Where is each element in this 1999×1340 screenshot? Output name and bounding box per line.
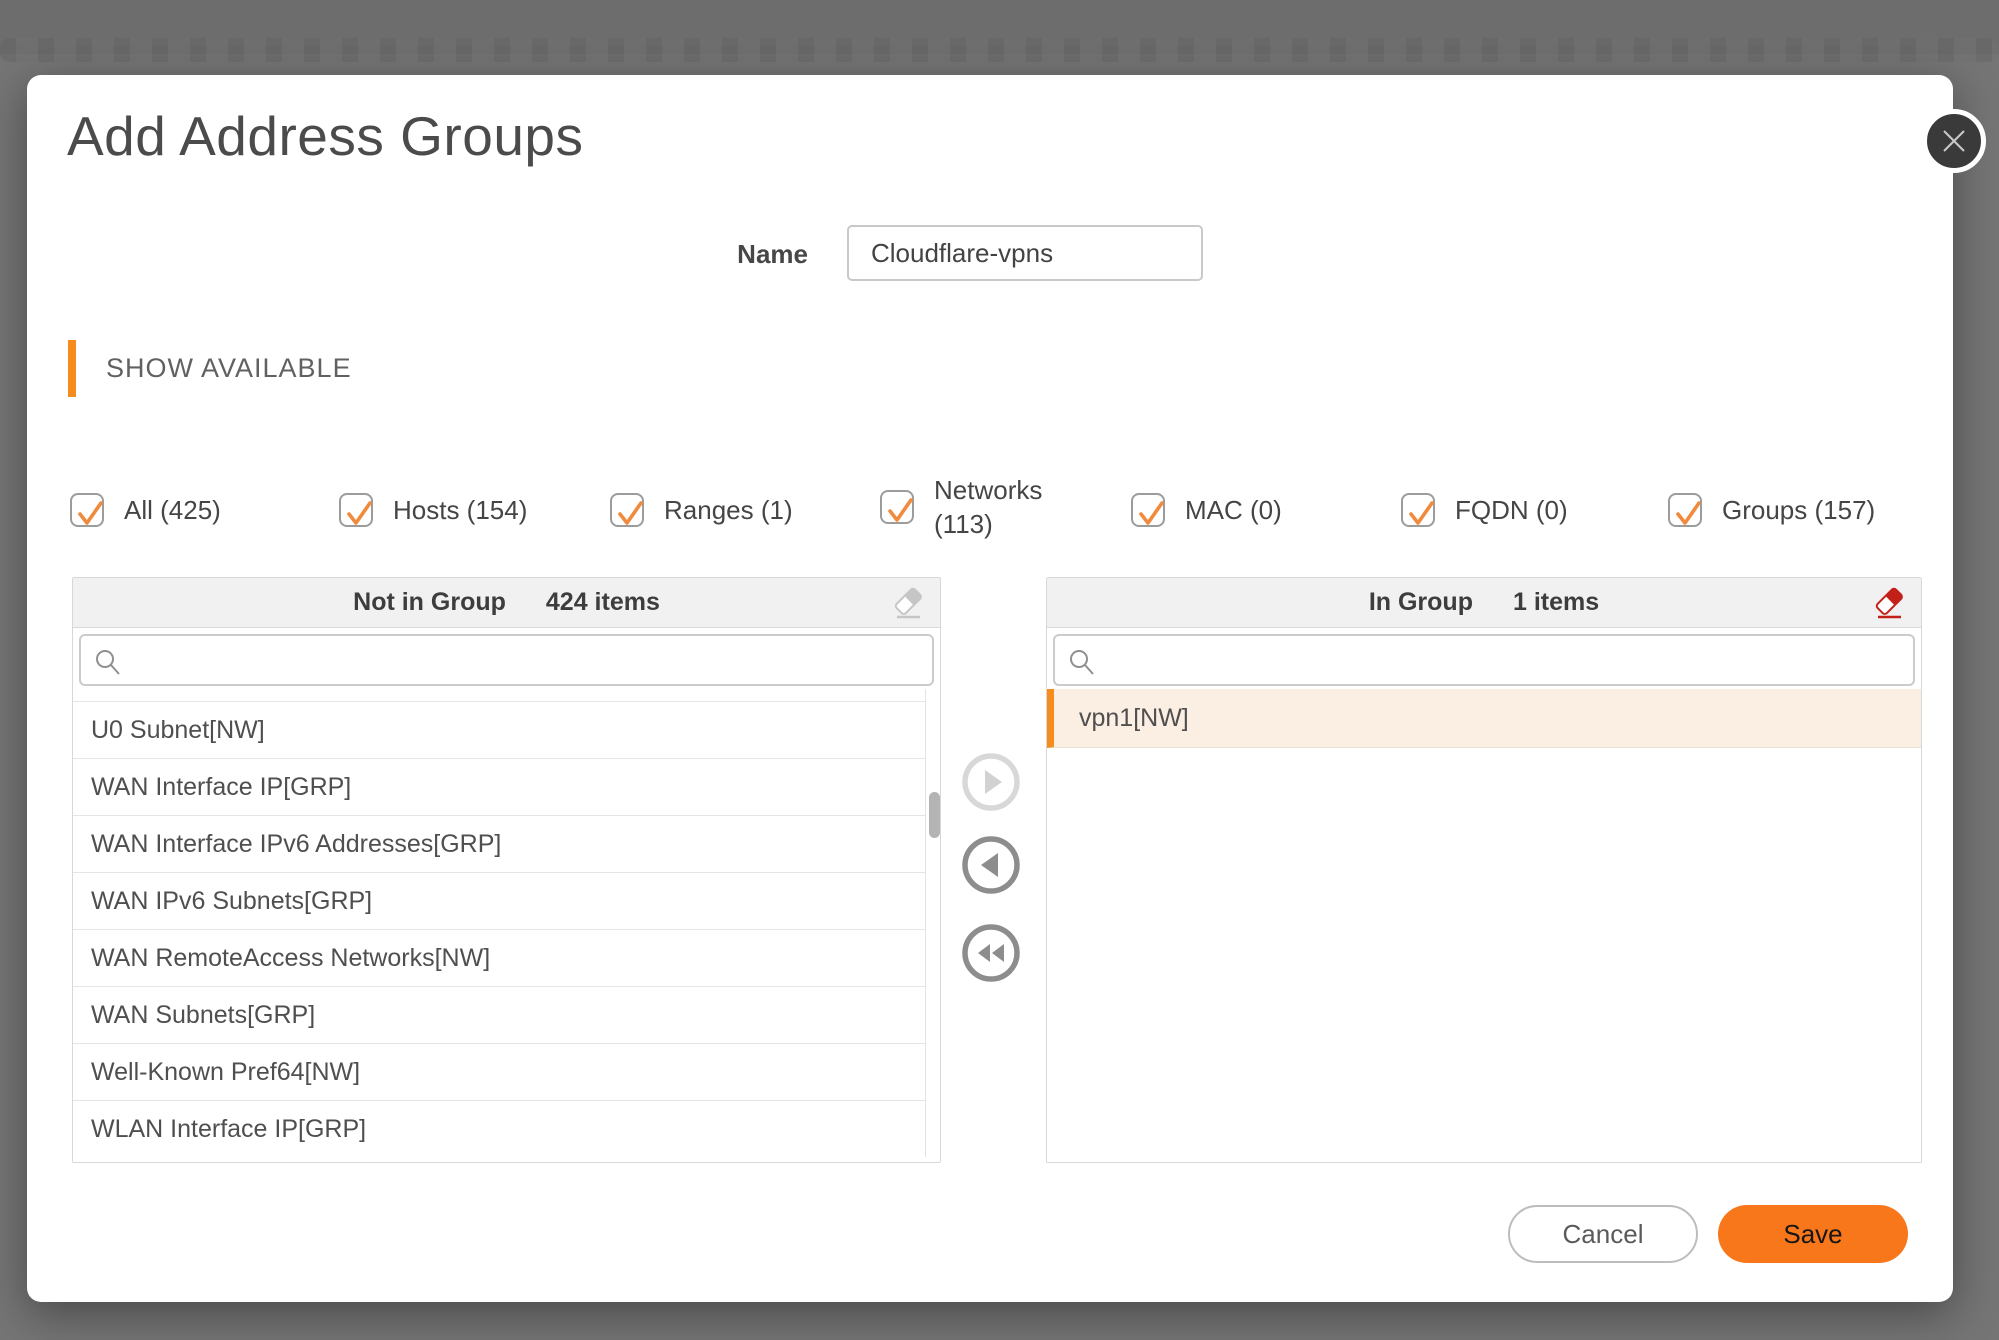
filter-checkbox-item[interactable]: Networks (113) bbox=[880, 473, 1042, 541]
list-item[interactable]: WLAN Interface IP[GRP] bbox=[73, 1100, 925, 1157]
filter-checkbox-item[interactable]: Ranges (1) bbox=[610, 493, 793, 527]
remove-from-group-button[interactable] bbox=[962, 836, 1020, 894]
dimmed-background-pattern bbox=[0, 38, 1999, 62]
remove-all-from-group-button[interactable] bbox=[962, 924, 1020, 982]
filter-checkbox-item[interactable]: Groups (157) bbox=[1668, 493, 1875, 527]
checkbox-checked-icon[interactable] bbox=[339, 493, 373, 527]
checkbox-checked-icon[interactable] bbox=[880, 490, 914, 524]
filter-checkbox-item[interactable]: MAC (0) bbox=[1131, 493, 1282, 527]
search-icon bbox=[93, 647, 123, 677]
not-in-group-search-input[interactable] bbox=[129, 636, 926, 684]
list-scroll-divider bbox=[925, 689, 926, 1157]
filter-label: Networks (113) bbox=[934, 473, 1042, 541]
move-to-group-button[interactable] bbox=[962, 753, 1020, 811]
not-in-group-list: U0 Subnet[NW] WAN Interface IP[GRP] WAN … bbox=[73, 689, 925, 1157]
section-title: SHOW AVAILABLE bbox=[106, 353, 352, 384]
list-row-partial[interactable] bbox=[73, 689, 925, 701]
list-item[interactable]: Well-Known Pref64[NW] bbox=[73, 1043, 925, 1100]
selected-list-item[interactable]: vpn1[NW] bbox=[1047, 689, 1921, 748]
checkbox-checked-icon[interactable] bbox=[1668, 493, 1702, 527]
list-item[interactable]: WAN Interface IPv6 Addresses[GRP] bbox=[73, 815, 925, 872]
save-button[interactable]: Save bbox=[1718, 1205, 1908, 1263]
close-icon bbox=[1939, 126, 1969, 156]
in-group-list: vpn1[NW] bbox=[1047, 689, 1921, 748]
checkbox-checked-icon[interactable] bbox=[1131, 493, 1165, 527]
checkbox-checked-icon[interactable] bbox=[70, 493, 104, 527]
list-item[interactable]: WAN Subnets[GRP] bbox=[73, 986, 925, 1043]
in-group-search bbox=[1053, 634, 1915, 686]
in-group-search-input[interactable] bbox=[1103, 636, 1907, 684]
move-all-left-icon bbox=[965, 927, 1017, 979]
list-item[interactable]: WAN Interface IP[GRP] bbox=[73, 758, 925, 815]
not-in-group-count: 424 items bbox=[546, 588, 660, 617]
section-accent-bar bbox=[68, 340, 76, 397]
close-button[interactable] bbox=[1922, 109, 1986, 173]
name-label: Name bbox=[620, 239, 808, 270]
filter-checkbox-item[interactable]: Hosts (154) bbox=[339, 493, 527, 527]
filter-checkbox-item[interactable]: All (425) bbox=[70, 493, 221, 527]
not-in-group-search bbox=[79, 634, 934, 686]
filter-label: Ranges (1) bbox=[664, 493, 793, 527]
in-group-panel: In Group 1 items vpn1[NW] bbox=[1046, 577, 1922, 1163]
in-group-header: In Group 1 items bbox=[1047, 578, 1921, 628]
name-input[interactable] bbox=[847, 225, 1203, 281]
not-in-group-panel: Not in Group 424 items U0 Subnet[NW] WAN… bbox=[72, 577, 941, 1163]
filter-label: Groups (157) bbox=[1722, 493, 1875, 527]
not-in-group-title: Not in Group bbox=[353, 588, 506, 617]
clear-list-eraser-icon[interactable] bbox=[1871, 586, 1907, 622]
list-item[interactable]: WAN IPv6 Subnets[GRP] bbox=[73, 872, 925, 929]
filter-label: Hosts (154) bbox=[393, 493, 527, 527]
dialog-title: Add Address Groups bbox=[67, 104, 584, 168]
search-icon bbox=[1067, 647, 1097, 677]
list-item[interactable]: U0 Subnet[NW] bbox=[73, 701, 925, 758]
checkbox-checked-icon[interactable] bbox=[610, 493, 644, 527]
filter-label: All (425) bbox=[124, 493, 221, 527]
cancel-button[interactable]: Cancel bbox=[1508, 1205, 1698, 1263]
filter-checkbox-item[interactable]: FQDN (0) bbox=[1401, 493, 1568, 527]
list-item[interactable]: WAN RemoteAccess Networks[NW] bbox=[73, 929, 925, 986]
filter-label: FQDN (0) bbox=[1455, 493, 1568, 527]
list-scrollbar-thumb[interactable] bbox=[929, 792, 940, 838]
clear-list-eraser-icon-disabled[interactable] bbox=[890, 586, 926, 622]
filter-label: MAC (0) bbox=[1185, 493, 1282, 527]
not-in-group-header: Not in Group 424 items bbox=[73, 578, 940, 628]
in-group-count: 1 items bbox=[1513, 588, 1599, 617]
checkbox-checked-icon[interactable] bbox=[1401, 493, 1435, 527]
in-group-title: In Group bbox=[1369, 588, 1473, 617]
